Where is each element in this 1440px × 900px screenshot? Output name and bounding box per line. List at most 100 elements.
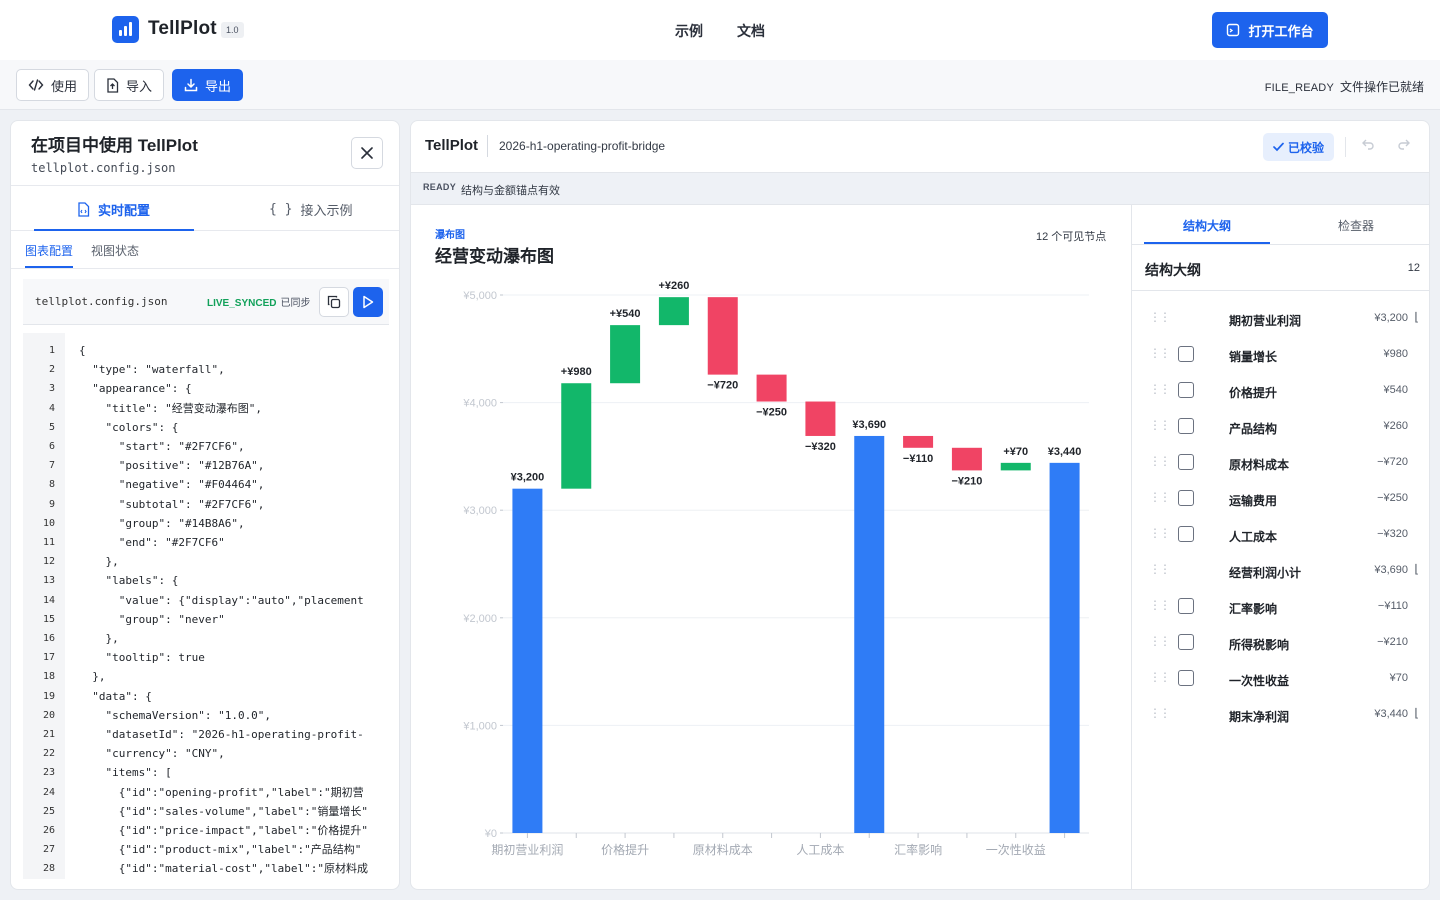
redo-button[interactable] bbox=[1397, 138, 1415, 156]
undo-button[interactable] bbox=[1361, 138, 1379, 156]
outline-row[interactable]: ⋮⋮ 原材料成本 −¥720 bbox=[1132, 445, 1429, 481]
outline-row[interactable]: ⋮⋮ 期初营业利润 ¥3,200 ⌊ bbox=[1132, 301, 1429, 337]
row-checkbox[interactable] bbox=[1178, 670, 1194, 686]
open-workspace-button[interactable]: 打开工作台 bbox=[1212, 12, 1328, 48]
row-checkbox[interactable] bbox=[1178, 346, 1194, 362]
copy-icon bbox=[327, 295, 341, 309]
close-panel-button[interactable] bbox=[351, 137, 383, 169]
outline-row[interactable]: ⋮⋮ 经营利润小计 ¥3,690 ⌊ bbox=[1132, 553, 1429, 589]
outline-row[interactable]: ⋮⋮ 价格提升 ¥540 bbox=[1132, 373, 1429, 409]
waterfall-bar bbox=[658, 297, 689, 326]
panel-title: 在项目中使用 TellPlot bbox=[31, 136, 198, 155]
outline-row[interactable]: ⋮⋮ 一次性收益 ¥70 bbox=[1132, 661, 1429, 697]
copy-button[interactable] bbox=[319, 287, 349, 317]
code-text: "negative": "#F04464", bbox=[79, 478, 265, 492]
waterfall-chart[interactable]: ¥0 ¥1,000 ¥2,000 ¥3,000 ¥4,000 ¥5,000 ¥3,200 +¥… bbox=[411, 205, 1131, 890]
code-editor[interactable]: 1{2 "type": "waterfall", 3 "appearance": … bbox=[23, 333, 389, 879]
code-line: 20 "schemaVersion": "1.0.0", bbox=[23, 706, 389, 725]
brand-name[interactable]: TellPlot bbox=[148, 18, 217, 40]
verified-badge[interactable]: 已校验 bbox=[1263, 133, 1334, 161]
outline-row[interactable]: ⋮⋮ 产品结构 ¥260 bbox=[1132, 409, 1429, 445]
line-number: 3 bbox=[48, 383, 55, 395]
y-tick-label: ¥0 bbox=[484, 828, 497, 840]
subtab-view-state[interactable]: 视图状态 bbox=[91, 242, 139, 259]
drag-handle-icon[interactable]: ⋮⋮ bbox=[1149, 634, 1171, 648]
line-number: 25 bbox=[42, 805, 55, 817]
drag-handle-icon[interactable]: ⋮⋮ bbox=[1149, 598, 1171, 612]
waterfall-bar bbox=[1049, 462, 1080, 833]
code-line: 22 "currency": "CNY", bbox=[23, 744, 389, 763]
subtab-chart-config[interactable]: 图表配置 bbox=[25, 242, 73, 259]
code-line: 23 "items": [ bbox=[23, 763, 389, 782]
export-button[interactable]: 导出 bbox=[172, 69, 244, 101]
outline-row-label: 运输费用 bbox=[1229, 494, 1278, 508]
code-header: tellplot.config.json LIVE_SYNCED 已同步 bbox=[23, 279, 389, 325]
outline-row[interactable]: ⋮⋮ 运输费用 −¥250 bbox=[1132, 481, 1429, 517]
nav-link-examples[interactable]: 示例 bbox=[675, 21, 703, 41]
line-number: 27 bbox=[42, 844, 55, 856]
row-checkbox[interactable] bbox=[1178, 634, 1194, 650]
visible-node-count: 12 个可见节点 bbox=[1036, 231, 1107, 243]
outline-row-label: 人工成本 bbox=[1229, 530, 1278, 544]
drag-handle-icon[interactable]: ⋮⋮ bbox=[1149, 490, 1171, 504]
tab-integration-example[interactable]: { } 接入示例 bbox=[269, 186, 353, 232]
outline-row-label: 所得税影响 bbox=[1229, 638, 1290, 652]
row-checkbox[interactable] bbox=[1178, 382, 1194, 398]
waterfall-bar bbox=[512, 488, 543, 833]
anchor-icon: ⌊ bbox=[1414, 706, 1419, 720]
outline-row-label: 期末净利润 bbox=[1229, 710, 1290, 724]
chart-logo-icon[interactable] bbox=[112, 16, 139, 43]
tab-inspector[interactable]: 检查器 bbox=[1338, 217, 1374, 234]
line-number: 7 bbox=[48, 460, 55, 472]
outline-row[interactable]: ⋮⋮ 销量增长 ¥980 bbox=[1132, 337, 1429, 373]
code-text: {"id":"price-impact","label":"价格提升" bbox=[79, 824, 369, 837]
drag-handle-icon[interactable]: ⋮⋮ bbox=[1149, 670, 1171, 684]
x-tick-label: 汇率影响 bbox=[894, 842, 942, 857]
outline-row-value: ¥70 bbox=[1389, 672, 1408, 684]
outline-row[interactable]: ⋮⋮ 所得税影响 −¥210 bbox=[1132, 625, 1429, 661]
row-checkbox[interactable] bbox=[1178, 454, 1194, 470]
code-text: "tooltip": true bbox=[79, 651, 205, 665]
code-line: 14 "value": {"display":"auto","placement bbox=[23, 591, 389, 610]
line-number: 14 bbox=[42, 594, 55, 606]
drag-handle-icon[interactable]: ⋮⋮ bbox=[1149, 706, 1171, 720]
data-label: ¥3,440 bbox=[1048, 446, 1082, 458]
code-text: }, bbox=[79, 632, 119, 645]
use-button[interactable]: 使用 bbox=[16, 69, 90, 101]
row-checkbox[interactable] bbox=[1178, 418, 1194, 434]
code-text: "positive": "#12B76A", bbox=[79, 459, 265, 473]
line-number: 12 bbox=[42, 556, 55, 568]
import-button[interactable]: 导入 bbox=[94, 69, 165, 101]
outline-row-value: ¥3,200 bbox=[1374, 312, 1408, 324]
y-tick-label: ¥1,000 bbox=[462, 720, 497, 732]
outline-row[interactable]: ⋮⋮ 人工成本 −¥320 bbox=[1132, 517, 1429, 553]
drag-handle-icon[interactable]: ⋮⋮ bbox=[1149, 526, 1171, 540]
row-checkbox[interactable] bbox=[1178, 490, 1194, 506]
tab-outline[interactable]: 结构大纲 bbox=[1183, 217, 1231, 234]
data-label: +¥980 bbox=[561, 366, 592, 378]
code-text: }, bbox=[79, 670, 106, 684]
drag-handle-icon[interactable]: ⋮⋮ bbox=[1149, 346, 1171, 360]
tab-live-config[interactable]: 实时配置 bbox=[77, 186, 150, 232]
code-line: 8 "negative": "#F04464", bbox=[23, 475, 389, 494]
nav-link-docs[interactable]: 文档 bbox=[737, 21, 765, 41]
workspace-header: TellPlot 2026-h1-operating-profit-bridge… bbox=[411, 121, 1429, 173]
drag-handle-icon[interactable]: ⋮⋮ bbox=[1149, 310, 1171, 324]
code-text: "schemaVersion": "1.0.0", bbox=[79, 708, 272, 722]
drag-handle-icon[interactable]: ⋮⋮ bbox=[1149, 382, 1171, 396]
run-button[interactable] bbox=[353, 287, 383, 317]
outline-row-label: 产品结构 bbox=[1229, 422, 1278, 436]
panel-tabs: 实时配置 { } 接入示例 bbox=[11, 185, 399, 232]
top-navigation: TellPlot 1.0 示例 文档 打开工作台 bbox=[0, 0, 1440, 60]
outline-row[interactable]: ⋮⋮ 期末净利润 ¥3,440 ⌊ bbox=[1132, 697, 1429, 733]
code-text: "start": "#2F7CF6", bbox=[79, 440, 245, 453]
file-upload-icon bbox=[107, 77, 119, 93]
row-checkbox[interactable] bbox=[1178, 526, 1194, 542]
outline-row[interactable]: ⋮⋮ 汇率影响 −¥110 bbox=[1132, 589, 1429, 625]
integration-panel: 在项目中使用 TellPlot tellplot.config.json 实时配… bbox=[10, 120, 400, 890]
drag-handle-icon[interactable]: ⋮⋮ bbox=[1149, 454, 1171, 468]
row-checkbox[interactable] bbox=[1178, 598, 1194, 614]
data-label: ¥3,690 bbox=[852, 419, 886, 431]
drag-handle-icon[interactable]: ⋮⋮ bbox=[1149, 562, 1171, 576]
drag-handle-icon[interactable]: ⋮⋮ bbox=[1149, 418, 1171, 432]
